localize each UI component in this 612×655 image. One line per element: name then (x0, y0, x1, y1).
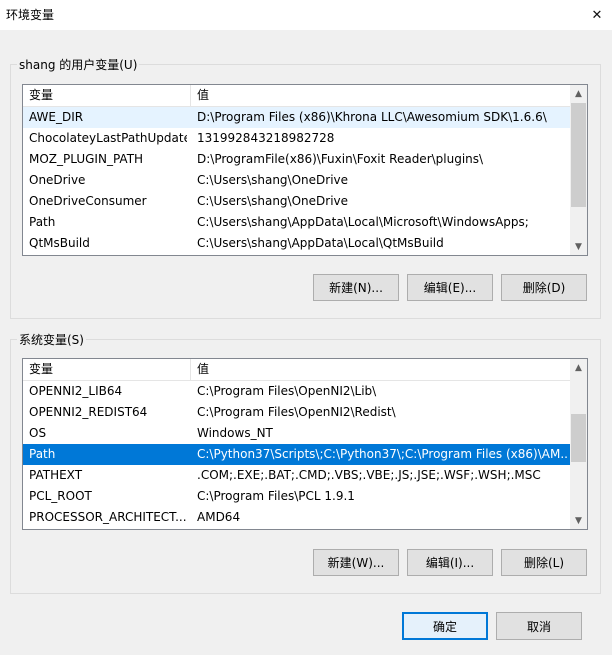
title-bar: 环境变量 ✕ (0, 0, 612, 30)
scroll-up-arrow-icon[interactable]: ▲ (570, 359, 587, 376)
variable-value: 131992843218982728 (197, 131, 335, 145)
scroll-up-arrow-icon[interactable]: ▲ (570, 85, 587, 102)
table-row[interactable]: MOZ_PLUGIN_PATH D:\ProgramFile(x86)\Fuxi… (23, 149, 570, 170)
table-row[interactable]: OneDrive C:\Users\shang\OneDrive (23, 170, 570, 191)
vertical-scrollbar[interactable]: ▲ ▼ (570, 85, 587, 255)
user-edit-button[interactable]: 编辑(E)... (407, 274, 493, 301)
system-variables-rows: OPENNI2_LIB64 C:\Program Files\OpenNI2\L… (23, 381, 570, 528)
variable-name: ChocolateyLastPathUpdate (29, 131, 187, 145)
close-icon[interactable]: ✕ (582, 0, 612, 30)
ok-button[interactable]: 确定 (402, 612, 488, 640)
variable-value: D:\ProgramFile(x86)\Fuxin\Foxit Reader\p… (197, 152, 484, 166)
variable-name: OneDrive (29, 173, 86, 187)
user-new-button[interactable]: 新建(N)... (313, 274, 399, 301)
table-row[interactable]: Path C:\Users\shang\AppData\Local\Micros… (23, 212, 570, 233)
table-row[interactable]: OPENNI2_LIB64 C:\Program Files\OpenNI2\L… (23, 381, 570, 402)
variable-name: Path (29, 447, 56, 461)
column-header-value[interactable]: 值 (191, 85, 570, 107)
system-variables-list[interactable]: 变量 值 OPENNI2_LIB64 C:\Program Files\Open… (22, 358, 588, 530)
variable-value: C:\Users\shang\OneDrive (197, 173, 349, 187)
system-variables-legend: 系统变量(S) (17, 331, 86, 348)
variable-name: PCL_ROOT (29, 489, 92, 503)
variable-name: OPENNI2_REDIST64 (29, 405, 148, 419)
list-header: 变量 值 (23, 85, 570, 107)
scroll-down-arrow-icon[interactable]: ▼ (570, 512, 587, 529)
table-row[interactable]: PCL_ROOT C:\Program Files\PCL 1.9.1 (23, 486, 570, 507)
variable-value: C:\Users\shang\AppData\Local\Microsoft\W… (197, 215, 529, 229)
table-row[interactable]: ChocolateyLastPathUpdate 131992843218982… (23, 128, 570, 149)
variable-name: OneDriveConsumer (29, 194, 147, 208)
user-variables-rows: AWE_DIR D:\Program Files (x86)\Khrona LL… (23, 107, 570, 254)
scrollbar-thumb[interactable] (571, 414, 586, 462)
table-row[interactable]: QtMsBuild C:\Users\shang\AppData\Local\Q… (23, 233, 570, 254)
variable-name: AWE_DIR (29, 110, 84, 124)
user-variables-legend: shang 的用户变量(U) (17, 56, 140, 73)
variable-value: C:\Program Files\OpenNI2\Redist\ (197, 405, 396, 419)
variable-value: C:\Program Files\PCL 1.9.1 (197, 489, 355, 503)
user-variables-list[interactable]: 变量 值 AWE_DIR D:\Program Files (x86)\Khro… (22, 84, 588, 256)
table-row[interactable]: OPENNI2_REDIST64 C:\Program Files\OpenNI… (23, 402, 570, 423)
table-row-selected[interactable]: Path C:\Python37\Scripts\;C:\Python37\;C… (23, 444, 570, 465)
variable-name: OS (29, 426, 47, 440)
cancel-button[interactable]: 取消 (496, 612, 582, 640)
vertical-scrollbar[interactable]: ▲ ▼ (570, 359, 587, 529)
column-header-name[interactable]: 变量 (23, 85, 191, 107)
variable-value: Windows_NT (197, 426, 273, 440)
scrollbar-thumb[interactable] (571, 103, 586, 207)
variable-name: OPENNI2_LIB64 (29, 384, 123, 398)
table-row[interactable]: PATHEXT .COM;.EXE;.BAT;.CMD;.VBS;.VBE;.J… (23, 465, 570, 486)
user-delete-button[interactable]: 删除(D) (501, 274, 587, 301)
column-header-value[interactable]: 值 (191, 359, 570, 381)
table-row[interactable]: PROCESSOR_ARCHITECT... AMD64 (23, 507, 570, 528)
variable-name: PATHEXT (29, 468, 83, 482)
table-row[interactable]: OS Windows_NT (23, 423, 570, 444)
variable-value: AMD64 (197, 510, 241, 524)
system-edit-button[interactable]: 编辑(I)... (407, 549, 493, 576)
window-title: 环境变量 (6, 8, 55, 22)
system-delete-button[interactable]: 删除(L) (501, 549, 587, 576)
system-new-button[interactable]: 新建(W)... (313, 549, 399, 576)
variable-value: C:\Users\shang\AppData\Local\QtMsBuild (197, 236, 444, 250)
variable-value: .COM;.EXE;.BAT;.CMD;.VBS;.VBE;.JS;.JSE;.… (197, 468, 541, 482)
variable-name: PROCESSOR_ARCHITECT... (29, 510, 187, 524)
variable-value: C:\Python37\Scripts\;C:\Python37\;C:\Pro… (197, 447, 569, 461)
variable-name: Path (29, 215, 56, 229)
variable-name: QtMsBuild (29, 236, 90, 250)
variable-value: C:\Program Files\OpenNI2\Lib\ (197, 384, 377, 398)
scroll-down-arrow-icon[interactable]: ▼ (570, 238, 587, 255)
variable-value: D:\Program Files (x86)\Khrona LLC\Awesom… (197, 110, 547, 124)
column-header-name[interactable]: 变量 (23, 359, 191, 381)
list-header: 变量 值 (23, 359, 570, 381)
variable-name: MOZ_PLUGIN_PATH (29, 152, 144, 166)
table-row[interactable]: AWE_DIR D:\Program Files (x86)\Khrona LL… (23, 107, 570, 128)
table-row[interactable]: OneDriveConsumer C:\Users\shang\OneDrive (23, 191, 570, 212)
variable-value: C:\Users\shang\OneDrive (197, 194, 349, 208)
